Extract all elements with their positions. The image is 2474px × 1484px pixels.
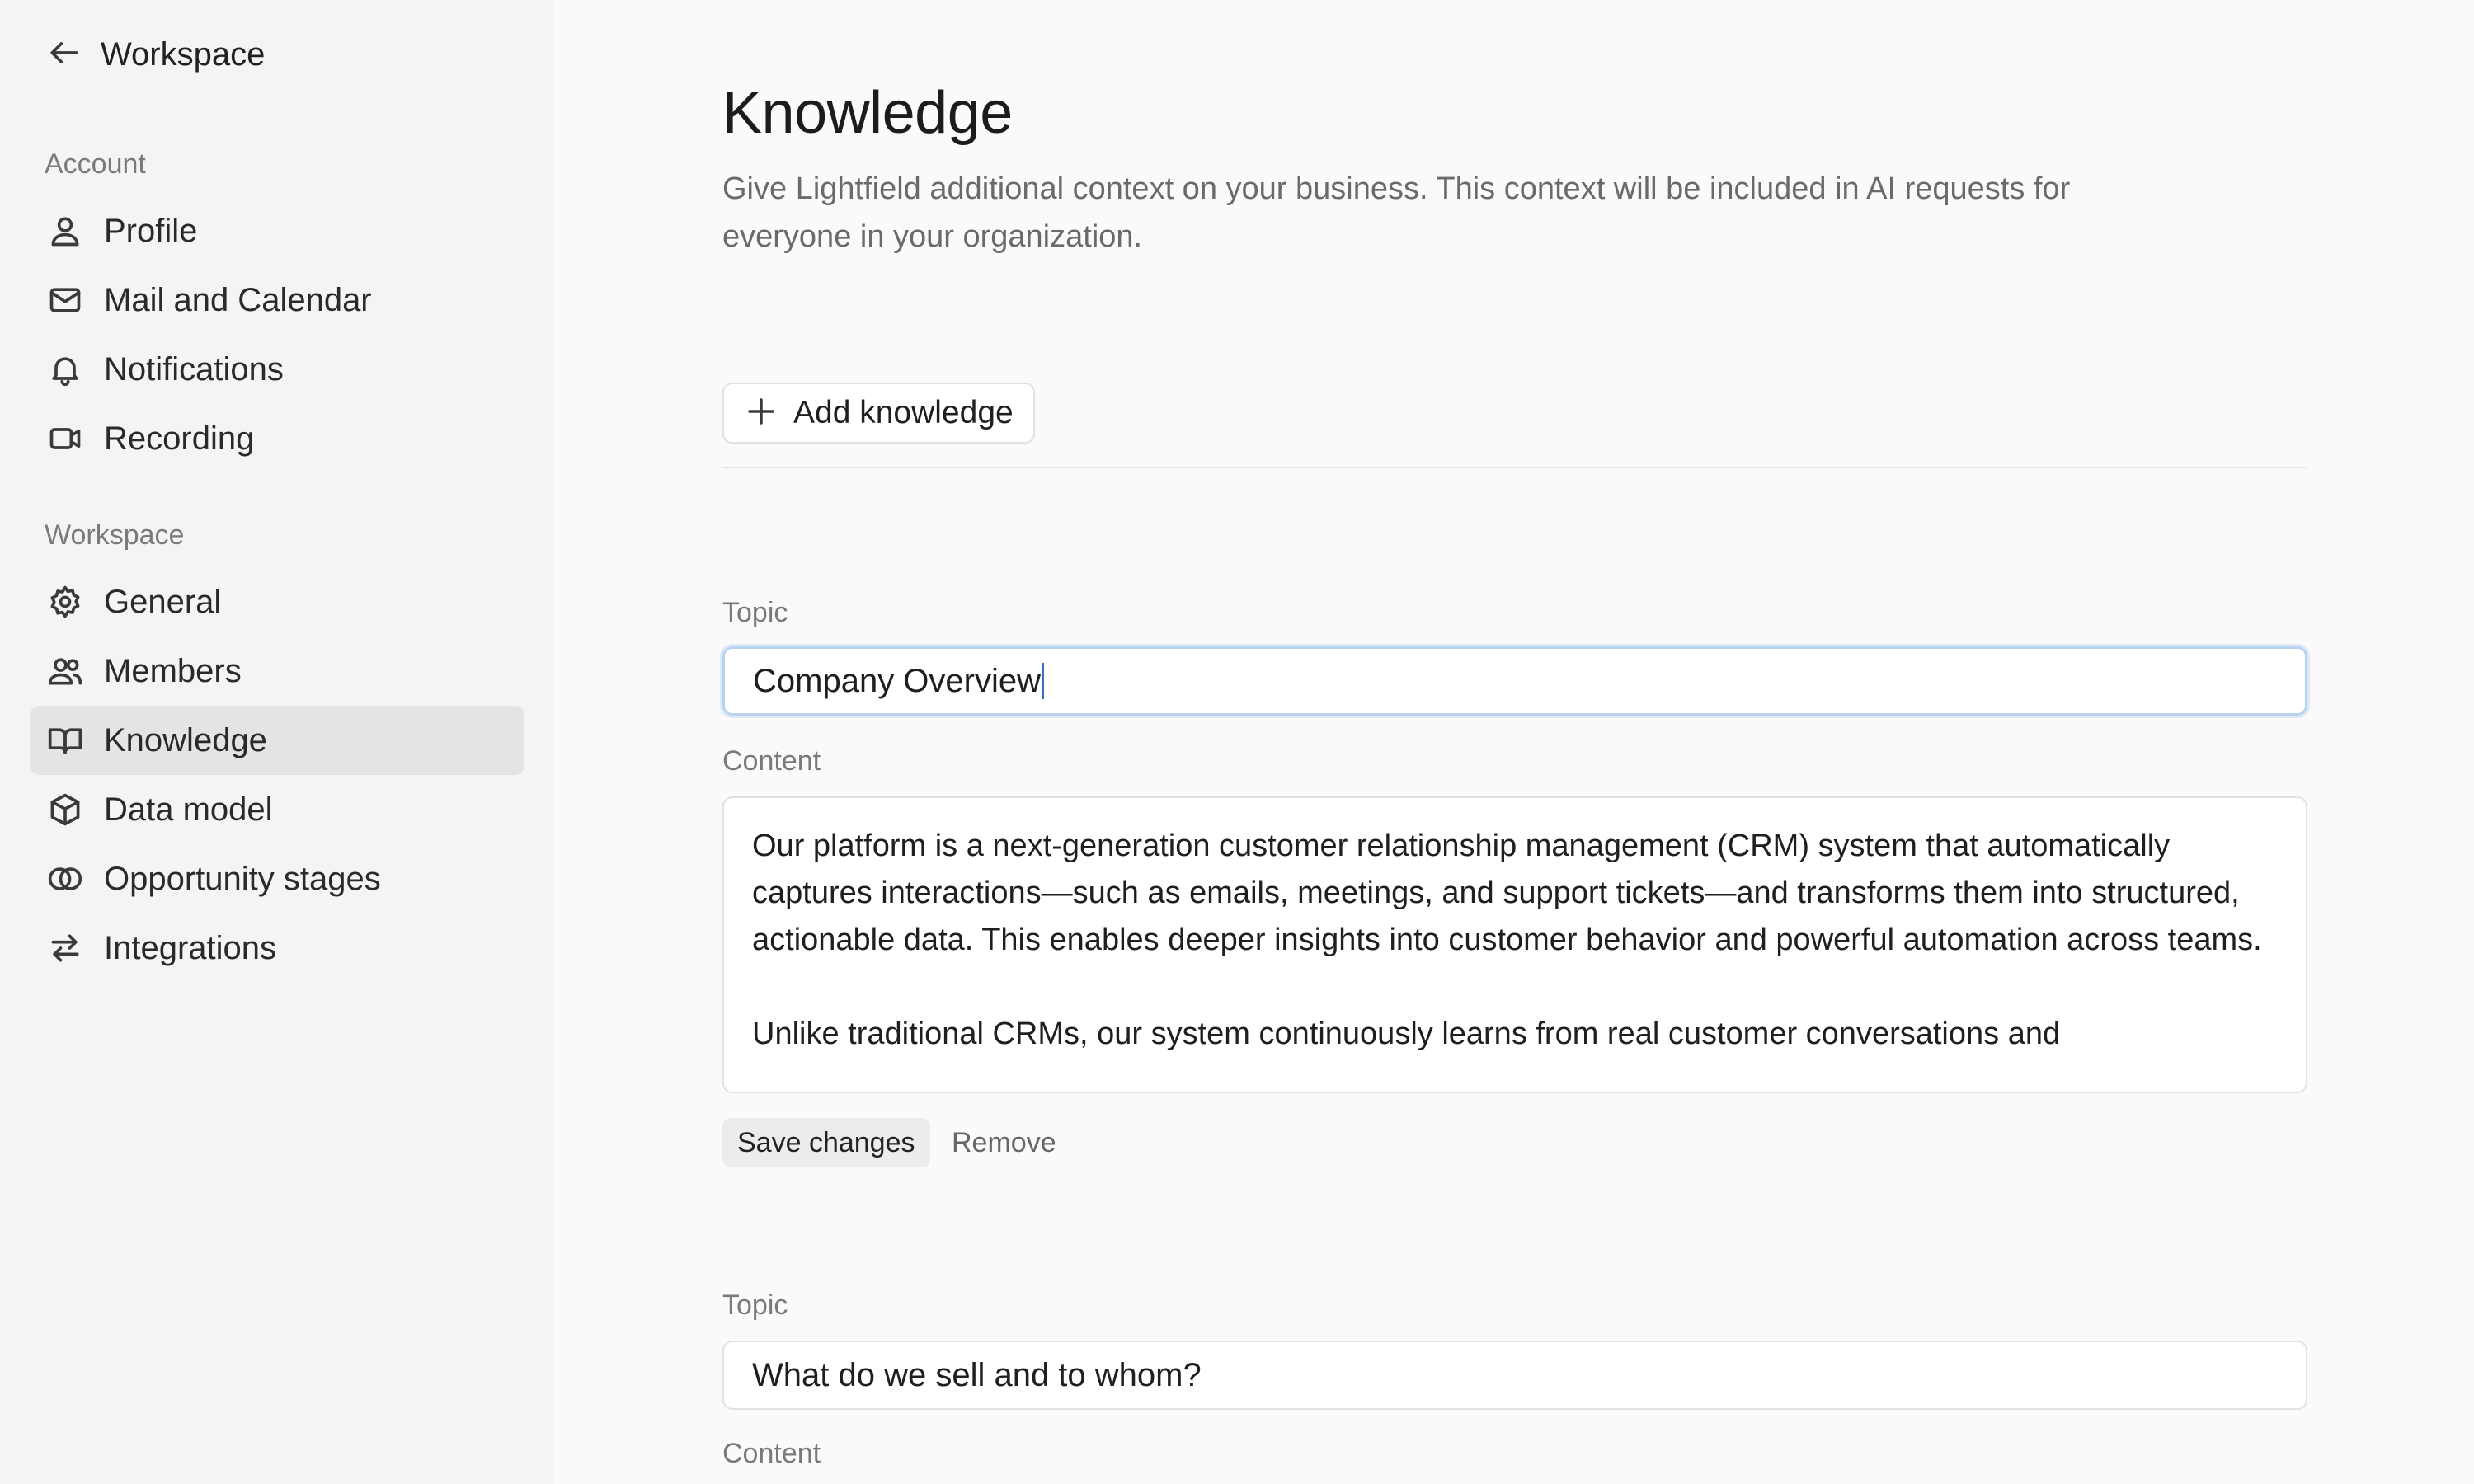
content-textarea[interactable]: Our platform is a next-generation custom… [722,796,2307,1093]
page-description: Give Lightfield additional context on yo… [722,171,2071,254]
sidebar-item-general[interactable]: General [30,567,524,636]
add-knowledge-label: Add knowledge [793,395,1014,430]
sidebar-item-label: Members [104,652,242,689]
main-content: Knowledge Give Lightfield additional con… [722,0,2307,1484]
sidebar-item-recording[interactable]: Recording [30,404,524,473]
text-caret [1042,663,1045,699]
sidebar-item-label: Knowledge [104,721,267,758]
gear-icon [46,583,84,621]
topic-input[interactable]: Company Overview [722,646,2307,716]
sidebar-item-knowledge[interactable]: Knowledge [30,706,524,775]
content-label: Content [722,1438,821,1469]
mail-icon [46,281,84,319]
page-title: Knowledge [722,80,1013,146]
sidebar-item-integrations[interactable]: Integrations [30,913,524,983]
box-icon [46,791,84,829]
topic-label: Topic [722,1289,788,1321]
book-icon [46,721,84,759]
topic-input-value: What do we sell and to whom? [752,1356,1202,1393]
sidebar-item-label: Data model [104,791,273,828]
arrow-left-icon [46,35,82,75]
content-paragraph: Our platform is a next-generation custom… [752,829,2262,957]
arrows-icon [46,929,84,967]
sidebar: Workspace Account Profile Mail and Calen… [0,0,554,1484]
user-icon [46,212,84,250]
users-icon [46,652,84,690]
bell-icon [46,350,84,388]
sidebar-item-mail-and-calendar[interactable]: Mail and Calendar [30,265,524,335]
sidebar-item-label: Notifications [104,350,284,387]
add-knowledge-button[interactable]: Add knowledge [722,383,1035,444]
remove-button[interactable]: Remove [952,1118,1056,1167]
sidebar-item-label: Recording [104,420,255,457]
sidebar-item-data-model[interactable]: Data model [30,775,524,844]
content-label: Content [722,745,821,777]
plus-icon [744,394,778,433]
topic-input[interactable]: What do we sell and to whom? [722,1341,2307,1410]
settings-app: Workspace Account Profile Mail and Calen… [0,0,2474,1484]
sidebar-item-members[interactable]: Members [30,636,524,706]
back-link-label: Workspace [101,35,266,73]
rings-icon [46,860,84,898]
account-section-label: Account [45,148,146,180]
sidebar-item-label: Mail and Calendar [104,281,372,318]
sidebar-item-label: General [104,583,222,620]
back-to-workspace-link[interactable]: Workspace [46,31,265,77]
video-icon [46,420,84,458]
sidebar-item-label: Profile [104,212,198,249]
sidebar-item-label: Integrations [104,929,277,966]
topic-label: Topic [722,597,788,628]
save-changes-button[interactable]: Save changes [722,1118,930,1167]
sidebar-item-opportunity-stages[interactable]: Opportunity stages [30,844,524,913]
workspace-section-label: Workspace [45,519,185,551]
content-paragraph: Unlike traditional CRMs, our system cont… [752,1017,2061,1051]
divider [722,467,2307,468]
sidebar-item-label: Opportunity stages [104,860,381,897]
sidebar-item-notifications[interactable]: Notifications [30,335,524,404]
topic-input-value: Company Overview [753,662,1042,699]
sidebar-item-profile[interactable]: Profile [30,196,524,265]
